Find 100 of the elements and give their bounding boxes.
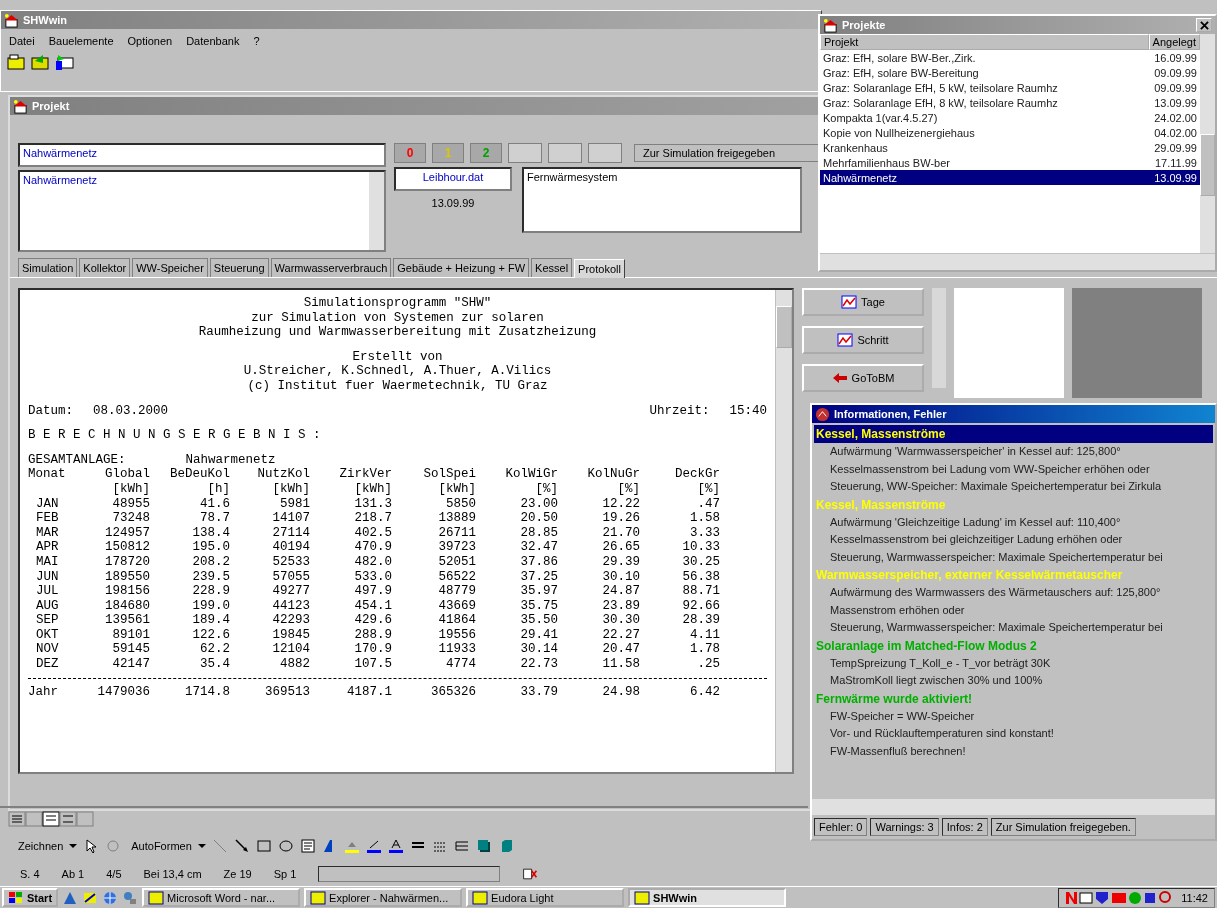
table-cell-text: 22.73 [519,657,558,672]
column-header: DeckGr [674,467,720,482]
table-cell-text: 4882 [279,657,310,672]
start-button[interactable]: Start [2,888,59,907]
column-header: ZirkVer [338,467,392,482]
tab[interactable]: Kollektor [79,258,131,277]
system-field[interactable]: Fernwärmesystem [522,167,802,233]
report-title-line: Simulationsprogramm "SHW" [302,296,493,311]
draw-menu[interactable]: Zeichnen [14,840,68,852]
project-row[interactable]: Kopie von Nullheizenergiehaus 04.02.00 [820,125,1200,140]
message-text: Aufwärmung 'Gleichzeitige Ladung' im Kessel auf: 110,400° [829,514,1122,530]
table-cell-text: 48779 [437,584,476,599]
tab[interactable]: Steuerung [209,258,269,277]
table-cell-text: 402.5 [353,525,392,541]
taskbar-button[interactable]: Eudora Light [466,888,625,907]
tab[interactable]: Gebäude + Heizung + FW [393,258,530,277]
taskbar-button[interactable]: Explorer - Nahwärmen... [304,888,463,907]
table-cell-text: 56.38 [681,569,720,585]
table-cell-text: 62.2 [199,642,230,658]
status-panel: Infos: 2 [941,818,988,836]
scrollbar[interactable] [1200,34,1215,253]
window-title: SHWwin [23,14,67,26]
table-cell-text: 29.39 [601,554,640,570]
report-credit-line: (c) Institut fuer Waermetechnik, TU Graz [246,378,549,394]
table-cell-text: 24.87 [601,584,640,599]
folder-icon[interactable] [7,53,27,71]
project-row[interactable]: Kompakta 1(var.4.5.27) 24.02.00 [820,110,1200,125]
table-cell-text: 14107 [271,511,310,526]
rectangle-icon[interactable] [255,838,272,854]
windows-flag-icon [8,890,24,905]
scrollbar[interactable] [812,798,1215,815]
scrollbar[interactable] [820,253,1215,270]
message-heading[interactable]: Kessel, Massenströme [816,427,946,441]
scrollbar[interactable] [932,288,946,388]
message-text: Steuerung, Warmwasserspeicher: Maximale Speichertemperatur bei [829,549,1164,565]
status-text: Ze 19 [223,868,252,880]
table-cell-text: 228.9 [191,584,230,599]
autoshapes-menu[interactable]: AutoFormen [127,840,196,852]
description-field[interactable]: Nahwärmenetz [18,170,386,252]
table-cell-text: 13889 [437,511,476,526]
subsystem-label: Nahwarmenetz [185,452,276,468]
side-button[interactable]: Schritt [802,326,924,354]
shadow-icon[interactable] [475,838,492,854]
project-row[interactable]: Graz: EfH, solare BW-Bereitung 09.09.99 [820,65,1200,80]
date-text: 13.09.99 [431,197,475,209]
side-button[interactable]: Tage [802,288,924,316]
scrollbar[interactable] [775,290,792,772]
table-cell-text: DEZ [35,657,60,672]
table-cell-text: 138.4 [191,525,230,541]
tab[interactable]: Warmwasserverbrauch [270,258,392,277]
table-cell-text: 195.0 [191,540,230,555]
tab[interactable]: Protokoll [574,259,625,278]
tab[interactable]: Kessel [531,258,573,277]
project-row[interactable]: Graz: Solaranlage EfH, 8 kW, teilsolare Raumhz 13.09.99 [820,95,1200,110]
arrow-style-icon[interactable] [453,838,470,854]
column-header: NutzKol [256,467,310,482]
menu-item[interactable]: Optionen [127,35,173,47]
ellipse-icon[interactable] [277,838,294,854]
table-cell-text: 189.4 [191,613,230,628]
project-row[interactable]: Nahwärmenetz 13.09.99 [820,170,1200,185]
column-header[interactable]: Projekt [820,34,1149,50]
caret-icon[interactable] [197,843,206,849]
arrow-icon [831,371,848,385]
menu-item[interactable]: Datenbank [186,35,240,47]
text-box-icon[interactable] [299,838,316,854]
total-cell-text: 1714.8 [184,684,230,700]
project-row[interactable]: Graz: Solaranlage EfH, 5 kW, teilsolare Raumhz 09.09.99 [820,80,1200,95]
name-field[interactable]: Nahwärmenetz [18,143,386,167]
table-cell-text: 12104 [271,642,310,658]
side-button[interactable]: GoToBM [802,364,924,392]
table-cell-text: 49277 [271,584,310,599]
caret-icon[interactable] [69,843,78,849]
font-color-icon[interactable] [387,838,404,854]
arrow-icon[interactable] [233,838,250,854]
weather-file-field[interactable]: Leibhour.dat [394,167,512,191]
message-text: Vor- und Rücklauftemperaturen sind konstant! [829,726,1055,741]
status-panel: Warnings: 3 [870,818,939,836]
tab[interactable]: WW-Speicher [132,258,208,277]
table-cell-text: 37.25 [519,569,558,585]
menu-item[interactable]: Datei [9,35,35,47]
status-text: S. 4 [20,868,40,880]
table-cell-text: .47 [696,496,720,512]
table-cell-text: 454.1 [353,598,392,614]
menu-item[interactable]: Bauelemente [48,35,114,47]
scrollbar[interactable] [369,172,384,250]
table-cell-text: 88.71 [681,584,720,599]
empty-panel [508,143,542,163]
column-header[interactable]: Angelegt [1148,34,1200,50]
unit-label: [%] [616,481,640,497]
house-icon [823,17,838,33]
table-cell-text: MAI [35,554,60,570]
menu-item[interactable]: ? [253,35,260,47]
project-row[interactable]: Graz: EfH, solare BW-Ber.,Zirk. 16.09.99 [820,50,1200,65]
tab[interactable]: Simulation [18,258,78,277]
taskbar-button[interactable]: SHWwin [628,888,787,907]
line-color-icon[interactable] [365,838,382,854]
folder-icon[interactable] [55,53,75,71]
table-cell-text: 533.0 [353,569,392,585]
table-cell-text: FEB [35,511,60,526]
taskbar-button[interactable]: Microsoft Word - nar... [142,888,301,907]
